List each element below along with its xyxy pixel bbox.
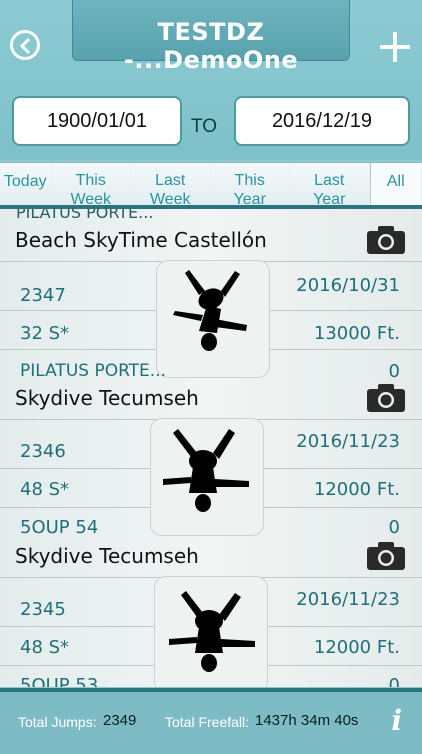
camera-icon[interactable] xyxy=(366,383,406,413)
title-tab: TESTDZ -...DemoOne xyxy=(72,0,350,61)
jump-count: 0 xyxy=(389,675,400,687)
jump-date: 2016/11/23 xyxy=(296,431,400,452)
jump-count: 0 xyxy=(389,517,400,538)
tab-this-week[interactable]: This Week xyxy=(52,163,132,205)
list-item[interactable]: Skydive Tecumseh 2346 xyxy=(0,380,422,538)
skydiver-icon xyxy=(163,265,263,373)
from-date-field[interactable]: 1900/01/01 xyxy=(12,96,182,146)
jump-count: 0 xyxy=(389,361,400,382)
freefall-time: 48 S* xyxy=(20,479,69,500)
jump-number: 2346 xyxy=(20,441,66,462)
freefall-time: 48 S* xyxy=(20,637,69,658)
skydiver-icon xyxy=(161,581,261,687)
total-freefall-value: 1437h 34m 40s xyxy=(255,712,358,729)
altitude: 12000 Ft. xyxy=(314,637,400,658)
jump-number: 2345 xyxy=(20,599,66,620)
info-icon[interactable]: i xyxy=(391,704,402,737)
list-item-cutoff: PILATUS PORTE... xyxy=(16,205,153,222)
jump-date: 2016/10/31 xyxy=(296,275,400,296)
back-button[interactable] xyxy=(10,30,40,60)
tab-last-week[interactable]: Last Week xyxy=(131,163,211,205)
aircraft: PILATUS PORTE... xyxy=(20,361,166,381)
header: TESTDZ -...DemoOne 1900/01/01 TO 2016/12… xyxy=(0,0,422,160)
camera-icon[interactable] xyxy=(366,225,406,255)
camera-icon[interactable] xyxy=(366,541,406,571)
total-jumps-value: 2349 xyxy=(103,712,136,729)
tab-last-year[interactable]: Last Year xyxy=(290,163,370,205)
list-item[interactable]: Skydive Tecumseh 2345 xyxy=(0,538,422,687)
total-freefall-label: Total Freefall: xyxy=(165,714,249,730)
footer: Total Jumps: 2349 Total Freefall: 1437h … xyxy=(0,688,422,754)
add-jump-button[interactable] xyxy=(380,32,410,62)
dropzone-name: Skydive Tecumseh xyxy=(15,544,199,568)
aircraft: 5OUP 53 xyxy=(20,675,98,687)
dropzone-name: Skydive Tecumseh xyxy=(15,386,199,410)
jump-number: 2347 xyxy=(20,285,66,306)
jump-list[interactable]: PILATUS PORTE... Beach SkyTime Castellón xyxy=(0,205,422,687)
jump-date: 2016/11/23 xyxy=(296,589,400,610)
back-circle-icon xyxy=(18,37,34,55)
total-jumps-label: Total Jumps: xyxy=(18,714,97,730)
to-date-field[interactable]: 2016/12/19 xyxy=(234,96,410,146)
tab-all[interactable]: All xyxy=(370,163,422,205)
altitude: 12000 Ft. xyxy=(314,479,400,500)
tab-this-year[interactable]: This Year xyxy=(211,163,291,205)
altitude: 13000 Ft. xyxy=(314,323,400,344)
jump-figure-frame xyxy=(150,418,264,536)
tab-today[interactable]: Today xyxy=(0,163,52,205)
to-label: TO xyxy=(191,116,217,138)
list-item[interactable]: Beach SkyTime Castellón xyxy=(0,222,422,380)
jump-figure-frame xyxy=(156,260,270,378)
dropzone-name: Beach SkyTime Castellón xyxy=(15,228,267,252)
skydiver-icon xyxy=(157,423,257,531)
page-title: TESTDZ -...DemoOne xyxy=(73,18,349,74)
aircraft: 5OUP 54 xyxy=(20,517,98,538)
jump-figure-frame xyxy=(154,576,268,687)
period-tabs: Today This Week Last Week This Year Last… xyxy=(0,162,422,206)
freefall-time: 32 S* xyxy=(20,323,69,344)
